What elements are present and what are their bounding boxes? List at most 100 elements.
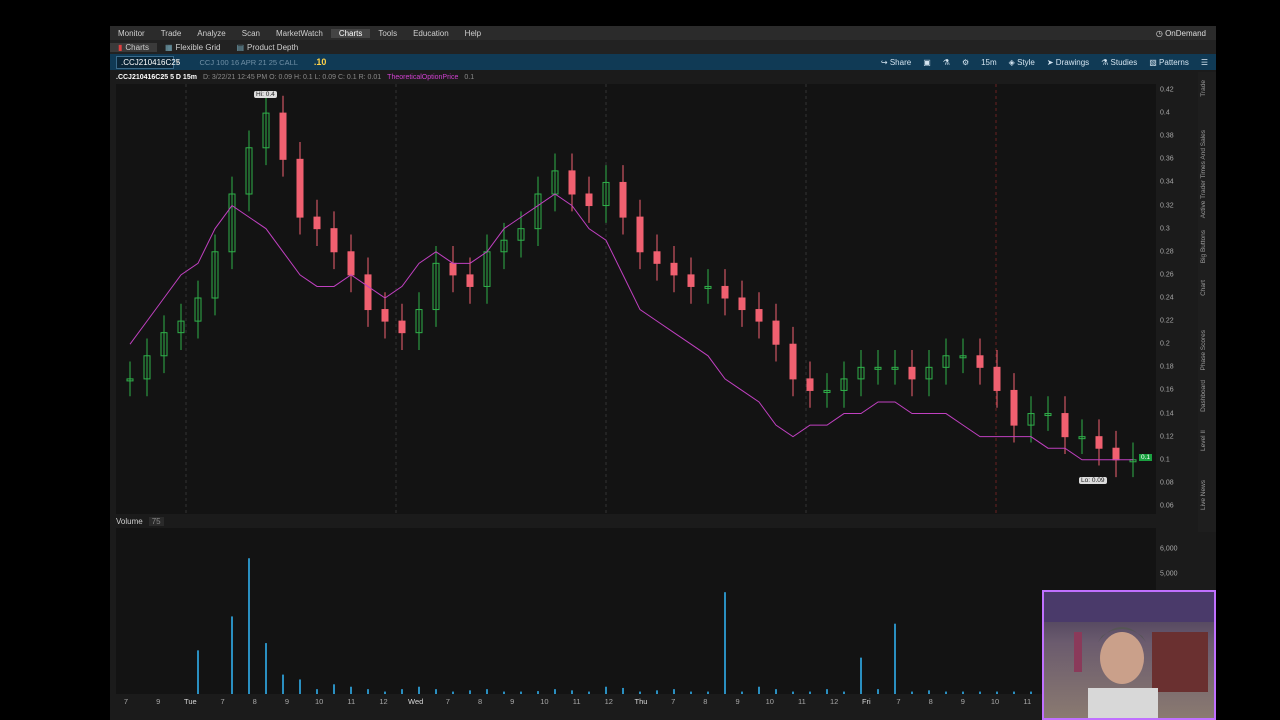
camera-button[interactable]: ▣: [923, 58, 931, 67]
menu-marketwatch[interactable]: MarketWatch: [268, 29, 331, 38]
volume-header: Volume 75: [116, 517, 164, 526]
price-tick: 0.08: [1160, 479, 1174, 487]
volume-bar: [265, 643, 267, 694]
time-tick: 8: [477, 697, 483, 706]
candle-body: [1010, 389, 1018, 426]
flask-icon: ⚗: [942, 57, 950, 67]
candle-body: [772, 320, 780, 345]
gear-icon: ⚙: [961, 57, 970, 67]
ondemand-label: OnDemand: [1165, 28, 1206, 38]
side-tab[interactable]: Dashboard: [1200, 380, 1214, 412]
high-label: Hi: 0.4: [254, 91, 277, 99]
menu-monitor[interactable]: Monitor: [110, 29, 153, 38]
webcam-person-image: [1044, 592, 1214, 718]
side-tab[interactable]: Level II: [1200, 430, 1214, 451]
time-tick: 12: [604, 697, 613, 706]
time-axis[interactable]: 7 9 Tue 7 8 9 10 11 12 Wed 7 8 9 10 11 12 Thu 7 8 9 10 11 12 Fr…: [116, 694, 1156, 710]
volume-bar: [231, 616, 233, 694]
menu-analyze[interactable]: Analyze: [189, 29, 233, 38]
price-tick: 0.3: [1160, 225, 1170, 233]
side-tab[interactable]: Phase Scores: [1200, 330, 1214, 370]
low-label: Lo: 0.09: [1079, 477, 1107, 485]
candle-body: [398, 320, 406, 334]
price-chart-area[interactable]: Hi: 0.4 Lo: 0.09 0.1: [116, 84, 1156, 514]
style-button[interactable]: ◈ Style: [1009, 58, 1035, 67]
subtab-charts-label: Charts: [125, 42, 149, 52]
theoretical-price-line: [129, 193, 1133, 461]
menu-icon[interactable]: ☰: [1201, 58, 1208, 67]
flask-button[interactable]: ⚗: [943, 58, 950, 67]
side-tab[interactable]: Chart: [1200, 280, 1214, 296]
time-tick: 10: [540, 697, 549, 706]
ondemand-button[interactable]: ◷ OnDemand: [1156, 29, 1216, 38]
menu-tools[interactable]: Tools: [370, 29, 405, 38]
main-menu-bar: Monitor Trade Analyze Scan MarketWatch C…: [110, 26, 1216, 40]
share-button[interactable]: ↪ Share: [881, 58, 911, 67]
chart-info-bar: .CCJ210416C25 5 D 15m D: 3/22/21 12:45 P…: [116, 72, 474, 82]
time-tick: 7: [671, 697, 676, 706]
time-tick: 8: [928, 697, 933, 706]
time-tick: 9: [510, 697, 515, 706]
price-tick: 0.26: [1160, 271, 1174, 279]
menu-scan[interactable]: Scan: [234, 29, 268, 38]
candle-body: [1112, 447, 1120, 461]
menu-help[interactable]: Help: [457, 29, 489, 38]
candle-body: [687, 274, 695, 287]
info-symbol: .CCJ210416C25 5 D 15m: [116, 73, 197, 81]
side-tab[interactable]: Times And Sales: [1200, 130, 1214, 179]
time-tick: 10: [990, 697, 1000, 706]
candle-body: [789, 343, 797, 380]
patterns-button[interactable]: ▧ Patterns: [1149, 58, 1189, 67]
price-tick: 0.12: [1160, 433, 1174, 441]
settings-button[interactable]: ⚙: [962, 58, 969, 67]
candle-body: [908, 366, 916, 380]
volume-chart-area[interactable]: [116, 528, 1156, 694]
menu-education[interactable]: Education: [405, 29, 457, 38]
candle-body: [670, 262, 678, 276]
candle-body: [279, 112, 287, 160]
studies-button[interactable]: ⚗ Studies: [1101, 58, 1137, 67]
candle-body: [347, 251, 355, 276]
volume-bar: [248, 558, 250, 694]
symbol-input[interactable]: .CCJ210416C25: [116, 55, 180, 69]
time-tick: 8: [252, 697, 257, 706]
time-tick: Tue: [184, 697, 197, 706]
menu-charts[interactable]: Charts: [330, 28, 371, 38]
grid-icon: ▦: [164, 42, 173, 52]
candle-body: [636, 216, 644, 253]
candle-body: [381, 309, 389, 322]
price-tick: 0.4: [1160, 109, 1170, 117]
candle-body: [568, 170, 576, 195]
side-tab[interactable]: Active Trader: [1200, 180, 1214, 218]
candle-body: [653, 251, 661, 264]
timeframe-button[interactable]: 15m: [981, 58, 997, 67]
side-tab[interactable]: Trade: [1200, 80, 1214, 97]
side-tab[interactable]: Big Buttons: [1200, 230, 1214, 263]
flask-small-icon: ⚗: [1101, 57, 1109, 67]
info-ohlc: D: 3/22/21 12:45 PM O: 0.09 H: 0.1 L: 0.…: [202, 73, 382, 81]
price-tick: 0.14: [1160, 410, 1174, 418]
time-tick: 9: [284, 697, 290, 706]
subtab-product-depth-label: Product Depth: [247, 42, 299, 52]
candle-body: [466, 274, 474, 287]
candle-body: [721, 285, 729, 299]
time-tick: Fri: [861, 697, 871, 706]
menu-trade[interactable]: Trade: [153, 29, 190, 38]
candle-body: [296, 158, 304, 218]
volume-bar: [894, 623, 896, 694]
subtab-charts[interactable]: ▮ Charts: [110, 42, 157, 52]
volume-bar: [282, 674, 284, 694]
chart-icon: ▮: [118, 42, 123, 52]
time-tick: Thu: [634, 697, 648, 706]
subtab-flexible-grid-label: Flexible Grid: [175, 42, 221, 52]
volume-bar: [724, 592, 726, 694]
right-side-tabs: Trade Times And Sales Active Trader Big But…: [1198, 72, 1216, 532]
subtab-product-depth[interactable]: ▤ Product Depth: [228, 43, 306, 52]
subtab-flexible-grid[interactable]: ▦ Flexible Grid: [157, 43, 228, 52]
drawings-button[interactable]: ➤ Drawings: [1047, 58, 1089, 67]
side-tab[interactable]: Live News: [1200, 480, 1214, 510]
candle-body: [738, 297, 746, 311]
symbol-dropdown-icon[interactable]: ▾: [176, 58, 180, 66]
share-icon: ↪: [880, 57, 888, 67]
price-tick: 0.18: [1160, 363, 1174, 371]
